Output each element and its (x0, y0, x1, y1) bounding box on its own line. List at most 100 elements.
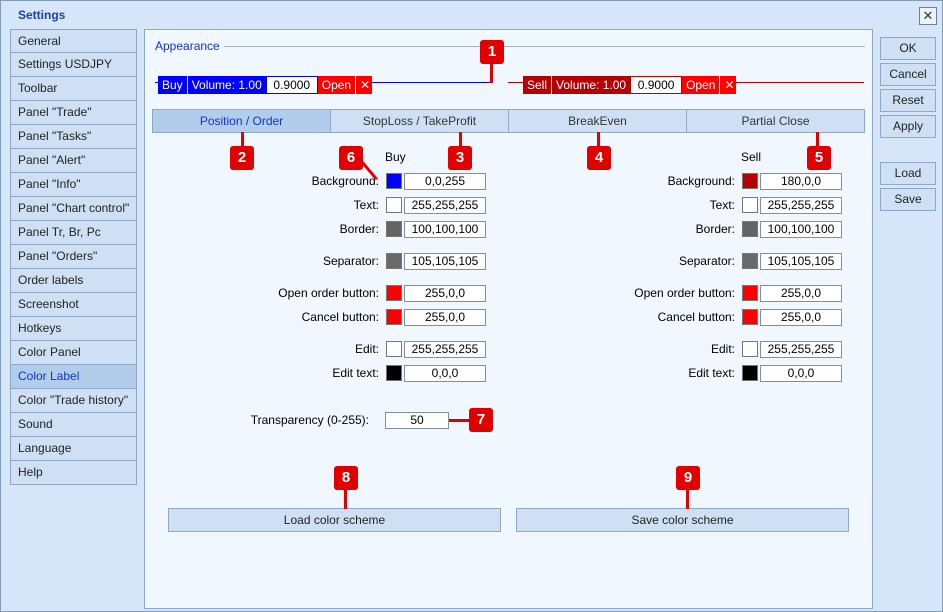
buy-color-swatch[interactable] (386, 173, 402, 189)
sidebar-item[interactable]: Panel "Orders" (10, 245, 137, 269)
sidebar-item[interactable]: Panel "Trade" (10, 101, 137, 125)
buy-color-swatch[interactable] (386, 341, 402, 357)
buy-color-input[interactable]: 255,255,255 (404, 341, 486, 358)
buy-color-swatch[interactable] (386, 285, 402, 301)
marker-2-badge: 2 (230, 146, 254, 170)
sell-color-input[interactable]: 180,0,0 (760, 173, 842, 190)
appearance-label: Appearance (153, 39, 224, 53)
sidebar-item[interactable]: Language (10, 437, 137, 461)
sidebar-item[interactable]: General (10, 29, 137, 53)
tab-0[interactable]: Position / Order (153, 110, 331, 132)
sell-color-input[interactable]: 100,100,100 (760, 221, 842, 238)
marker-1-pointer (490, 63, 493, 83)
buy-color-input[interactable]: 100,100,100 (404, 221, 486, 238)
buy-color-swatch[interactable] (386, 253, 402, 269)
settings-window: Settings ✕ General Settings USDJPY Toolbar… (0, 0, 943, 612)
buy-row-label: Open order button: (278, 286, 379, 300)
sell-label-volume: Volume: 1.00 (551, 76, 630, 94)
ok-button[interactable]: OK (880, 37, 936, 60)
load-button[interactable]: Load (880, 162, 936, 185)
buy-row-label: Cancel button: (301, 310, 379, 324)
tab-3[interactable]: Partial Close (687, 110, 864, 132)
sidebar-item[interactable]: Settings USDJPY (10, 53, 137, 77)
buy-label-side: Buy (162, 78, 183, 92)
buy-row-label: Background: (311, 174, 379, 188)
sell-color-input[interactable]: 255,255,255 (760, 197, 842, 214)
tab-1[interactable]: StopLoss / TakeProfit (331, 110, 509, 132)
buy-color-input[interactable]: 255,255,255 (404, 197, 486, 214)
sidebar-item[interactable]: Order labels (10, 269, 137, 293)
sell-color-input[interactable]: 255,255,255 (760, 341, 842, 358)
sidebar-item[interactable]: Panel Tr, Br, Pc (10, 221, 137, 245)
buy-color-input[interactable]: 105,105,105 (404, 253, 486, 270)
buy-label-volume: Volume: 1.00 (186, 76, 266, 94)
reset-button[interactable]: Reset (880, 89, 936, 112)
buy-row-label: Edit text: (332, 366, 379, 380)
window-title: Settings (18, 8, 66, 22)
transparency-input[interactable]: 50 (385, 412, 449, 429)
sell-row-label: Separator: (678, 254, 735, 268)
sidebar-item[interactable]: Help (10, 461, 137, 485)
load-color-scheme-button[interactable]: Load color scheme (168, 508, 501, 532)
buy-color-swatch[interactable] (386, 221, 402, 237)
tab-2[interactable]: BreakEven (509, 110, 687, 132)
buy-color-swatch[interactable] (386, 197, 402, 213)
sell-row-label: Text: (709, 198, 735, 212)
buy-color-input[interactable]: 0,0,0 (404, 365, 486, 382)
sell-color-input[interactable]: 255,0,0 (760, 285, 842, 302)
marker-8-pointer (344, 489, 347, 509)
sell-column-header: Sell (741, 150, 762, 164)
sidebar-item[interactable]: Screenshot (10, 293, 137, 317)
sidebar-item[interactable]: Hotkeys (10, 317, 137, 341)
close-icon[interactable]: ✕ (919, 7, 937, 25)
sell-color-swatch[interactable] (742, 253, 758, 269)
sidebar: General Settings USDJPY Toolbar Panel "Trad… (10, 29, 137, 485)
sidebar-item[interactable]: Color Label (10, 365, 137, 389)
sell-color-swatch[interactable] (742, 197, 758, 213)
sell-color-swatch[interactable] (742, 341, 758, 357)
buy-row-label: Edit: (354, 342, 379, 356)
sell-label-close-icon: ✕ (719, 76, 737, 94)
marker-4-badge: 4 (587, 146, 611, 170)
sidebar-item[interactable]: Color Panel (10, 341, 137, 365)
sidebar-item[interactable]: Panel "Tasks" (10, 125, 137, 149)
buy-column-header: Buy (385, 150, 406, 164)
buy-label-preview: Buy Volume: 1.00 0.9000 Open ✕ (158, 76, 373, 94)
sell-label-side: Sell (527, 78, 548, 92)
sidebar-item[interactable]: Color "Trade history" (10, 389, 137, 413)
sidebar-item[interactable]: Sound (10, 413, 137, 437)
save-color-scheme-button[interactable]: Save color scheme (516, 508, 849, 532)
buy-color-swatch[interactable] (386, 309, 402, 325)
buy-color-input[interactable]: 255,0,0 (404, 309, 486, 326)
apply-button[interactable]: Apply (880, 115, 936, 138)
sell-color-swatch[interactable] (742, 285, 758, 301)
sidebar-item[interactable]: Panel "Alert" (10, 149, 137, 173)
save-button[interactable]: Save (880, 188, 936, 211)
marker-7-pointer (449, 419, 471, 422)
sell-color-input[interactable]: 105,105,105 (760, 253, 842, 270)
transparency-label: Transparency (0-255): (250, 413, 369, 427)
sidebar-item[interactable]: Toolbar (10, 77, 137, 101)
marker-9-badge: 9 (676, 466, 700, 490)
buy-label-open-button: Open (317, 76, 356, 94)
sell-color-input[interactable]: 0,0,0 (760, 365, 842, 382)
buy-row-label: Text: (353, 198, 379, 212)
sell-row-label: Open order button: (634, 286, 735, 300)
sell-label-preview: Sell Volume: 1.00 0.9000 Open ✕ (523, 76, 737, 94)
cancel-button[interactable]: Cancel (880, 63, 936, 86)
appearance-divider (153, 46, 865, 47)
buy-color-swatch[interactable] (386, 365, 402, 381)
sell-color-swatch[interactable] (742, 309, 758, 325)
sidebar-item[interactable]: Panel "Chart control" (10, 197, 137, 221)
sell-row-label: Cancel button: (657, 310, 735, 324)
buy-color-input[interactable]: 0,0,255 (404, 173, 486, 190)
sell-color-swatch[interactable] (742, 173, 758, 189)
sell-color-input[interactable]: 255,0,0 (760, 309, 842, 326)
buy-color-input[interactable]: 255,0,0 (404, 285, 486, 302)
buy-label-price: 0.9000 (266, 77, 317, 93)
sell-color-swatch[interactable] (742, 221, 758, 237)
sidebar-item[interactable]: Panel "Info" (10, 173, 137, 197)
sell-color-swatch[interactable] (742, 365, 758, 381)
marker-3-badge: 3 (448, 146, 472, 170)
buy-row-label: Separator: (322, 254, 379, 268)
